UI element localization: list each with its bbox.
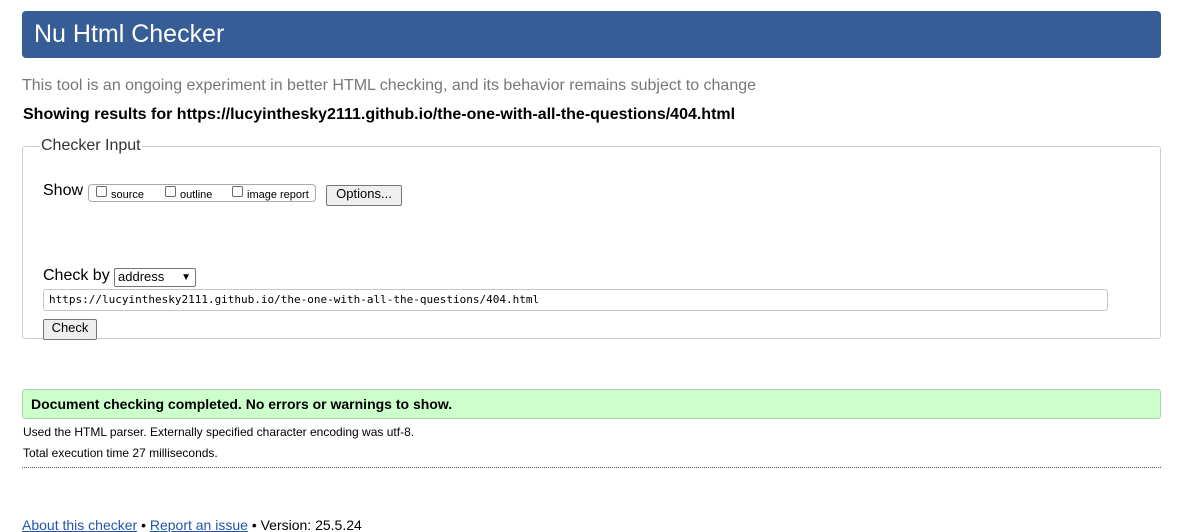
checker-input-legend: Checker Input <box>41 137 141 154</box>
check-by-label: Check by <box>43 267 110 284</box>
page: Nu Html Checker This tool is an ongoing … <box>0 0 1178 532</box>
version-text: Version: 25.5.24 <box>260 517 362 532</box>
source-label: source <box>111 189 145 201</box>
checker-input-fieldset: Checker Input Show source outline image … <box>22 137 1161 340</box>
footer-separator: • <box>141 517 146 532</box>
about-link[interactable]: About this checker <box>22 517 137 532</box>
url-input[interactable]: https://lucyinthesky2111.github.io/the-o… <box>43 289 1108 311</box>
outline-checkbox[interactable] <box>165 186 176 197</box>
chevron-down-icon: ▼ <box>181 272 191 283</box>
image-report-label: image report <box>247 189 309 201</box>
check-button[interactable]: Check <box>43 319 97 340</box>
outline-label: outline <box>180 189 213 201</box>
check-by-select[interactable]: address ▼ <box>114 268 196 287</box>
timing-note: Total execution time 27 milliseconds. <box>23 446 218 460</box>
results-for-heading: Showing results for https://lucyinthesky… <box>23 106 736 123</box>
show-label: Show <box>43 182 84 199</box>
page-title: Nu Html Checker <box>34 20 225 48</box>
image-report-checkbox[interactable] <box>232 186 243 197</box>
show-options-group: source outline image report <box>88 184 316 202</box>
footer-separator: • <box>251 517 257 532</box>
success-message: Document checking completed. No errors o… <box>22 389 1161 419</box>
parser-note: Used the HTML parser. Externally specifi… <box>23 425 415 439</box>
header-bar: Nu Html Checker <box>22 11 1161 58</box>
footer: About this checker • Report an issue • V… <box>22 517 362 532</box>
divider <box>22 467 1161 468</box>
source-checkbox[interactable] <box>96 186 107 197</box>
tagline: This tool is an ongoing experiment in be… <box>22 77 757 94</box>
report-issue-link[interactable]: Report an issue <box>150 517 248 532</box>
options-button[interactable]: Options... <box>326 185 402 206</box>
check-by-selected-value: address <box>118 269 165 284</box>
